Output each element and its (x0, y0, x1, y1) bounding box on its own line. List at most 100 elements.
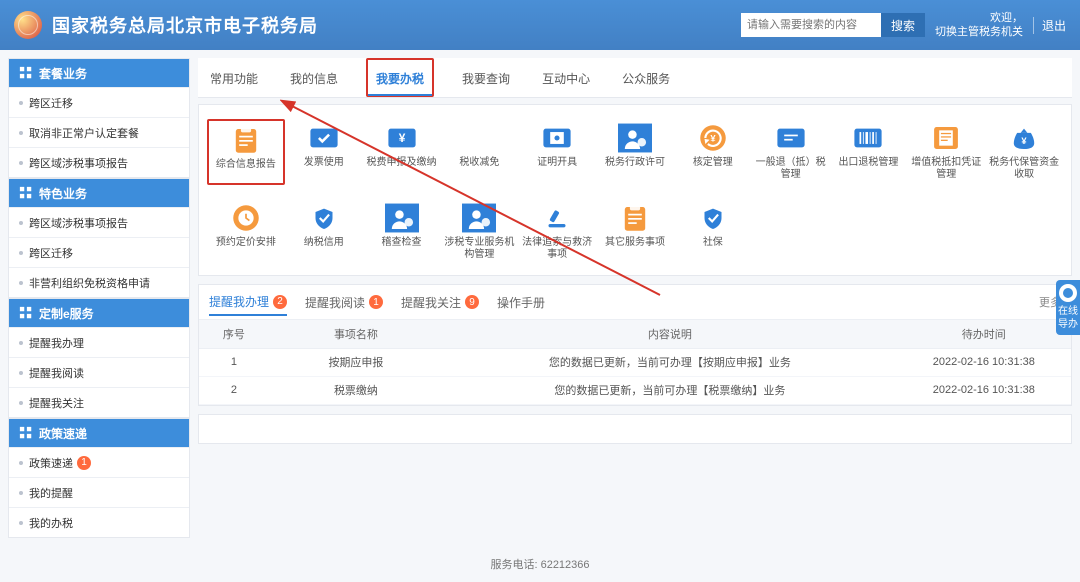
logout-link[interactable]: 退出 (1033, 17, 1066, 34)
sidebar-item[interactable]: 我的提醒 (9, 477, 189, 507)
refresh-yen-icon: ¥ (696, 123, 730, 153)
user-icon (19, 306, 33, 320)
switch-org-link[interactable]: 切换主管税务机关 (935, 25, 1023, 39)
content-area: 套餐业务跨区迁移取消非正常户认定套餐跨区域涉税事项报告特色业务跨区域涉税事项报告… (0, 50, 1080, 546)
main-tab[interactable]: 公众服务 (618, 58, 674, 97)
reminder-tab[interactable]: 提醒我关注9 (401, 294, 479, 311)
app-tile[interactable]: 证明开具 (518, 119, 596, 185)
sidebar-item[interactable]: 提醒我关注 (9, 387, 189, 417)
doc-icon (19, 426, 33, 440)
apps-row-1: 综合信息报告发票使用 ¥税费申报及缴纳税收减免 证明开具 税务行政许可 ¥ 核定管理 一般退… (207, 119, 1063, 185)
reminder-panel: 提醒我办理2提醒我阅读1提醒我关注9操作手册更多 序号事项名称内容说明待办时间 … (198, 284, 1072, 406)
table-header-cell: 序号 (199, 320, 269, 348)
app-tile-label: 增值税抵扣凭证管理 (911, 157, 981, 181)
sidebar-item[interactable]: 提醒我办理 (9, 327, 189, 357)
reminder-tab[interactable]: 操作手册 (497, 294, 545, 311)
barcode-icon (851, 123, 885, 153)
app-tile[interactable]: 出口退税管理 (830, 119, 908, 185)
person-flag-icon (385, 203, 419, 233)
svg-text:¥: ¥ (1021, 136, 1027, 146)
logo-badge-icon (14, 11, 42, 39)
header-right: 搜索 欢迎， 切换主管税务机关 退出 (741, 11, 1066, 39)
app-tile[interactable]: 社保 (674, 199, 752, 265)
app-tile[interactable]: 综合信息报告 (207, 119, 285, 185)
table-header-cell: 内容说明 (443, 320, 896, 348)
app-tile-label: 稽查检查 (382, 237, 422, 249)
app-tile-label: 发票使用 (304, 157, 344, 169)
app-tile[interactable]: 发票使用 (285, 119, 363, 185)
app-tile[interactable]: 一般退（抵）税管理 (752, 119, 830, 185)
money-bag-icon: ¥ (1007, 123, 1041, 153)
app-tile-label: 法律追索与救济事项 (522, 237, 592, 261)
table-row[interactable]: 1按期应申报您的数据已更新，当前可办理【按期应申报】业务2022-02-16 1… (199, 348, 1071, 376)
shield-plus-icon (696, 203, 730, 233)
app-tile[interactable]: 增值税抵扣凭证管理 (907, 119, 985, 185)
sidebar-item[interactable]: 政策速递1 (9, 447, 189, 477)
sidebar-group: 定制e服务提醒我办理提醒我阅读提醒我关注 (8, 298, 190, 418)
app-tile[interactable]: 其它服务事项 (596, 199, 674, 265)
app-tile-label: 税务代保管资金收取 (989, 157, 1059, 181)
sidebar-group: 政策速递政策速递1 我的提醒我的办税 (8, 418, 190, 538)
app-tile[interactable]: 纳税信用 (285, 199, 363, 265)
sidebar-group-header[interactable]: 定制e服务 (9, 299, 189, 327)
reminder-tab-badge: 9 (465, 295, 479, 309)
app-tile[interactable]: 法律追索与救济事项 (518, 199, 596, 265)
main-tab[interactable]: 我要查询 (458, 58, 514, 97)
sidebar-item-label: 取消非正常户认定套餐 (29, 125, 139, 141)
sidebar-item[interactable]: 取消非正常户认定套餐 (9, 117, 189, 147)
svg-text:¥: ¥ (710, 133, 716, 143)
receipt-icon (929, 123, 963, 153)
floating-help-button[interactable]: 在线导办 (1056, 280, 1080, 335)
main-tab[interactable]: 我要办税 (366, 58, 434, 97)
search-button[interactable]: 搜索 (881, 13, 925, 37)
bag-icon (462, 123, 496, 153)
main-tab[interactable]: 互动中心 (538, 58, 594, 97)
app-tile-label: 证明开具 (537, 157, 577, 169)
table-row[interactable]: 2税票缴纳您的数据已更新，当前可办理【税票缴纳】业务2022-02-16 10:… (199, 376, 1071, 404)
reminder-tab[interactable]: 提醒我办理2 (209, 293, 287, 316)
sidebar-item[interactable]: 我的办税 (9, 507, 189, 537)
sidebar-item[interactable]: 跨区域涉税事项报告 (9, 147, 189, 177)
table-cell: 2 (199, 376, 269, 404)
search-input[interactable] (741, 13, 881, 37)
app-tile-label: 其它服务事项 (605, 237, 665, 249)
app-tile[interactable]: 预约定价安排 (207, 199, 285, 265)
sidebar-item[interactable]: 跨区迁移 (9, 87, 189, 117)
app-tile-label: 一般退（抵）税管理 (756, 157, 826, 181)
app-header: 国家税务总局北京市电子税务局 搜索 欢迎， 切换主管税务机关 退出 (0, 0, 1080, 50)
sidebar-group-header[interactable]: 特色业务 (9, 179, 189, 207)
person-star-icon (462, 203, 496, 233)
sidebar-item[interactable]: 跨区域涉税事项报告 (9, 207, 189, 237)
main-tab[interactable]: 常用功能 (206, 58, 262, 97)
app-tile-label: 核定管理 (693, 157, 733, 169)
sidebar-item[interactable]: 提醒我阅读 (9, 357, 189, 387)
clock-icon (229, 203, 263, 233)
sidebar-item-label: 跨区域涉税事项报告 (29, 155, 128, 171)
sidebar-item-label: 我的提醒 (29, 485, 73, 501)
reminder-tab[interactable]: 提醒我阅读1 (305, 294, 383, 311)
clipboard2-icon (618, 203, 652, 233)
app-tile[interactable]: 税务行政许可 (596, 119, 674, 185)
floating-help-label: 在线导办 (1056, 305, 1080, 331)
footer-hotline: 服务电话: 62212366 (0, 546, 1080, 582)
sidebar-group-header[interactable]: 政策速递 (9, 419, 189, 447)
app-tile[interactable]: ¥ 核定管理 (674, 119, 752, 185)
app-tile[interactable]: 稽查检查 (363, 199, 441, 265)
app-tile-label: 税收减免 (459, 157, 499, 169)
app-tile[interactable]: 税收减免 (440, 119, 518, 185)
app-tile[interactable]: 涉税专业服务机构管理 (440, 199, 518, 265)
sidebar-group: 特色业务跨区域涉税事项报告跨区迁移非营利组织免税资格申请 (8, 178, 190, 298)
app-tile-label: 社保 (703, 237, 723, 249)
main-tab[interactable]: 我的信息 (286, 58, 342, 97)
sidebar-item[interactable]: 非营利组织免税资格申请 (9, 267, 189, 297)
app-tile[interactable]: ¥ 税务代保管资金收取 (985, 119, 1063, 185)
app-tile[interactable]: ¥税费申报及缴纳 (363, 119, 441, 185)
sidebar-group-title: 特色业务 (39, 185, 87, 202)
app-tile-label: 涉税专业服务机构管理 (444, 237, 514, 261)
sidebar-item-label: 跨区域涉税事项报告 (29, 215, 128, 231)
sidebar-item[interactable]: 跨区迁移 (9, 237, 189, 267)
reminder-tab-badge: 2 (273, 295, 287, 309)
app-tile-label: 税务行政许可 (605, 157, 665, 169)
sidebar-group-title: 套餐业务 (39, 65, 87, 82)
sidebar-group-header[interactable]: 套餐业务 (9, 59, 189, 87)
